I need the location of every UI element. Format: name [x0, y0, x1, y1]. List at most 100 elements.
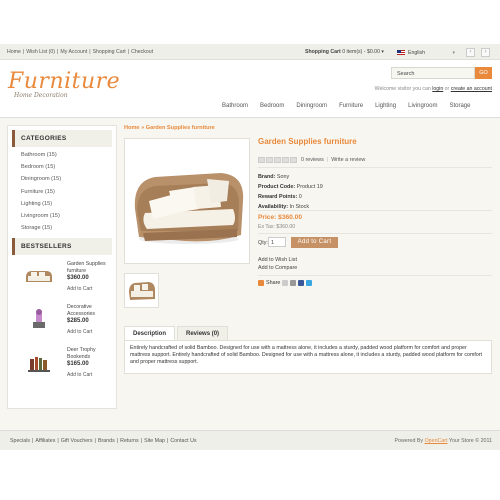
breadcrumb: Home » Garden Supplies furniture — [124, 125, 215, 131]
product-image[interactable] — [124, 138, 250, 264]
search-input[interactable]: Search — [391, 67, 475, 79]
bestseller-name[interactable]: Garden Supplies furniture — [67, 261, 115, 273]
top-link-home[interactable]: Home — [7, 49, 21, 55]
footer-link-contact[interactable]: Contact Us — [170, 438, 196, 444]
category-item[interactable]: Furniture (15) — [21, 189, 116, 201]
star-icon — [274, 157, 281, 163]
nav-bathroom[interactable]: Bathroom — [222, 103, 248, 109]
accessory-thumbnail[interactable] — [24, 308, 54, 330]
top-link-cart[interactable]: Shopping Cart — [93, 49, 126, 55]
footer-link-specials[interactable]: Specials — [10, 438, 30, 444]
product-tabs: Description Reviews (0) — [124, 326, 230, 340]
divider — [258, 275, 492, 276]
tab-reviews[interactable]: Reviews (0) — [177, 326, 229, 340]
top-bar: Home | Wish List (0) | My Account | Shopping C… — [0, 44, 500, 60]
nav-storage[interactable]: Storage — [449, 103, 470, 109]
bookends-thumbnail[interactable] — [24, 351, 54, 373]
category-item[interactable]: Storage (15) — [21, 225, 116, 237]
next-arrow-icon[interactable]: › — [481, 48, 490, 57]
brand-row: Brand: Sony — [258, 172, 323, 182]
top-link-account[interactable]: My Account — [60, 49, 87, 55]
footer-link-sitemap[interactable]: Site Map — [144, 438, 165, 444]
twitter-icon[interactable] — [306, 280, 313, 286]
share-label[interactable]: Share — [266, 280, 280, 286]
login-link[interactable]: login — [432, 86, 443, 92]
footer-link-affiliates[interactable]: Affiliates — [35, 438, 55, 444]
separator: | — [116, 438, 119, 444]
welcome-or: or — [444, 86, 450, 92]
nav-livingroom[interactable]: Livingroom — [408, 103, 437, 109]
bestseller-name[interactable]: Deer Trophy Bookends — [67, 347, 115, 359]
sofa-thumbnail[interactable] — [24, 265, 54, 287]
code-row: Product Code: Product 19 — [258, 182, 323, 192]
footer-link-returns[interactable]: Returns — [120, 438, 139, 444]
welcome-text: Welcome visitor you can login or create … — [375, 86, 492, 92]
add-to-wishlist-link[interactable]: Add to Wish List — [258, 257, 297, 265]
add-to-cart-link[interactable]: Add to Cart — [67, 329, 92, 335]
footer-link-brands[interactable]: Brands — [98, 438, 115, 444]
price-ex-tax: Ex Tax: $360.00 — [258, 224, 296, 230]
bestseller-price: $360.00 — [67, 275, 89, 282]
email-icon[interactable] — [282, 280, 289, 286]
add-to-compare-link[interactable]: Add to Compare — [258, 265, 297, 273]
separator: | — [166, 438, 169, 444]
category-item[interactable]: Livingroom (15) — [21, 213, 116, 225]
points-label: Reward Points: — [258, 194, 298, 200]
footer-link-vouchers[interactable]: Gift Vouchers — [61, 438, 93, 444]
separator: | — [22, 49, 25, 55]
top-link-checkout[interactable]: Checkout — [131, 49, 153, 55]
powered-by: Powered By OpenCart Your Store © 2011 — [395, 438, 492, 444]
quantity-input[interactable]: 1 — [268, 237, 286, 247]
sofa-image — [134, 173, 244, 244]
facebook-icon[interactable] — [298, 280, 305, 286]
bestsellers-heading: BESTSELLERS — [12, 238, 112, 256]
category-item[interactable]: Diningroom (15) — [21, 176, 116, 188]
points-value: 0 — [298, 194, 302, 200]
brand-label: Brand: — [258, 174, 276, 180]
add-to-cart-link[interactable]: Add to Cart — [67, 286, 92, 292]
bestseller-item: Garden Supplies furniture $360.00 Add to… — [12, 259, 116, 302]
bestseller-price: $165.00 — [67, 361, 89, 368]
brand-value[interactable]: Sony — [277, 174, 289, 180]
add-to-cart-link[interactable]: Add to Cart — [67, 372, 92, 378]
share-icon[interactable] — [258, 280, 264, 286]
opencart-link[interactable]: OpenCart — [425, 438, 448, 444]
nav-bedroom[interactable]: Bedroom — [260, 103, 284, 109]
product-actions: Add to Wish List Add to Compare — [258, 257, 297, 272]
category-item[interactable]: Bathroom (15) — [21, 152, 116, 164]
category-item[interactable]: Bedroom (15) — [21, 164, 116, 176]
language-select[interactable]: English ▾ — [397, 48, 455, 57]
product-price: Price: $360.00 — [258, 214, 302, 221]
cart-summary[interactable]: Shopping Cart 0 item(s) - $0.00 ▾ — [305, 49, 384, 55]
category-item[interactable]: Lighting (15) — [21, 201, 116, 213]
tab-description[interactable]: Description — [124, 326, 176, 340]
bestseller-name[interactable]: Decorative Accessories — [67, 304, 115, 316]
sofa-thumbnail — [129, 282, 155, 300]
sidebar: CATEGORIES Bathroom (15) Bedroom (15) Di… — [7, 125, 117, 409]
separator: | — [140, 438, 143, 444]
product-info: Brand: Sony Product Code: Product 19 Rew… — [258, 172, 323, 212]
top-link-wishlist[interactable]: Wish List (0) — [26, 49, 55, 55]
prev-arrow-icon[interactable]: ‹ — [466, 48, 475, 57]
nav-furniture[interactable]: Furniture — [339, 103, 363, 109]
breadcrumb-home[interactable]: Home — [124, 125, 140, 131]
flag-icon — [397, 50, 405, 55]
add-to-cart-button[interactable]: Add to Cart — [291, 237, 338, 248]
write-review-link[interactable]: Write a review — [331, 157, 365, 163]
logo[interactable]: Furniture Home Decoration — [8, 69, 120, 99]
breadcrumb-current[interactable]: Garden Supplies furniture — [146, 125, 215, 131]
separator: | — [89, 49, 91, 55]
breadcrumb-sep: » — [141, 125, 145, 131]
categories-heading: CATEGORIES — [12, 130, 112, 147]
divider — [258, 167, 492, 168]
chevron-down-icon: ▾ — [381, 49, 385, 55]
print-icon[interactable] — [290, 280, 297, 286]
nav-lighting[interactable]: Lighting — [375, 103, 396, 109]
create-account-link[interactable]: create an account — [451, 86, 492, 92]
reviews-count-link[interactable]: 0 reviews — [301, 157, 324, 163]
review-links: 0 reviews | Write a review — [301, 157, 365, 163]
search-button[interactable]: GO — [475, 67, 492, 79]
nav-diningroom[interactable]: Diningroom — [296, 103, 327, 109]
welcome-label: Welcome visitor you can — [374, 86, 431, 92]
product-thumbnail[interactable] — [124, 273, 159, 308]
